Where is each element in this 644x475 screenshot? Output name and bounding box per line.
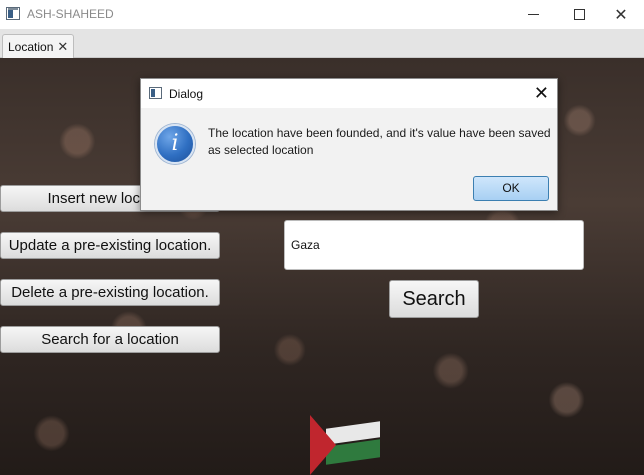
maximize-button[interactable] — [556, 0, 602, 29]
tab-location-label: Location — [8, 39, 54, 54]
close-icon: ✕ — [614, 6, 628, 24]
tab-close-icon[interactable]: ✕ — [57, 39, 68, 55]
dialog-titlebar: Dialog ✕ — [141, 79, 557, 108]
dialog-title: Dialog — [169, 87, 204, 101]
location-search-input[interactable] — [284, 220, 584, 270]
update-location-button[interactable]: Update a pre-existing location. — [0, 232, 220, 259]
flag-image — [310, 415, 380, 475]
search-button[interactable]: Search — [389, 280, 479, 318]
maximize-icon — [573, 9, 585, 20]
tab-strip: Location ✕ — [0, 29, 644, 58]
dialog-message: The location have been founded, and it's… — [208, 126, 551, 157]
app-icon — [6, 7, 20, 20]
tab-location[interactable]: Location ✕ — [2, 34, 74, 58]
search-location-button[interactable]: Search for a location — [0, 326, 220, 353]
ok-button[interactable]: OK — [473, 176, 549, 201]
dialog-app-icon — [149, 87, 162, 99]
close-button[interactable]: ✕ — [598, 0, 644, 29]
dialog-close-icon[interactable]: ✕ — [534, 83, 549, 104]
minimize-button[interactable] — [510, 0, 556, 29]
info-icon: i — [155, 124, 195, 164]
window-titlebar: ASH-SHAHEED ✕ — [0, 0, 644, 29]
minimize-icon — [527, 14, 539, 15]
delete-location-button[interactable]: Delete a pre-existing location. — [0, 279, 220, 306]
info-dialog: Dialog ✕ i The location have been founde… — [140, 78, 558, 211]
window-title: ASH-SHAHEED — [27, 7, 114, 21]
